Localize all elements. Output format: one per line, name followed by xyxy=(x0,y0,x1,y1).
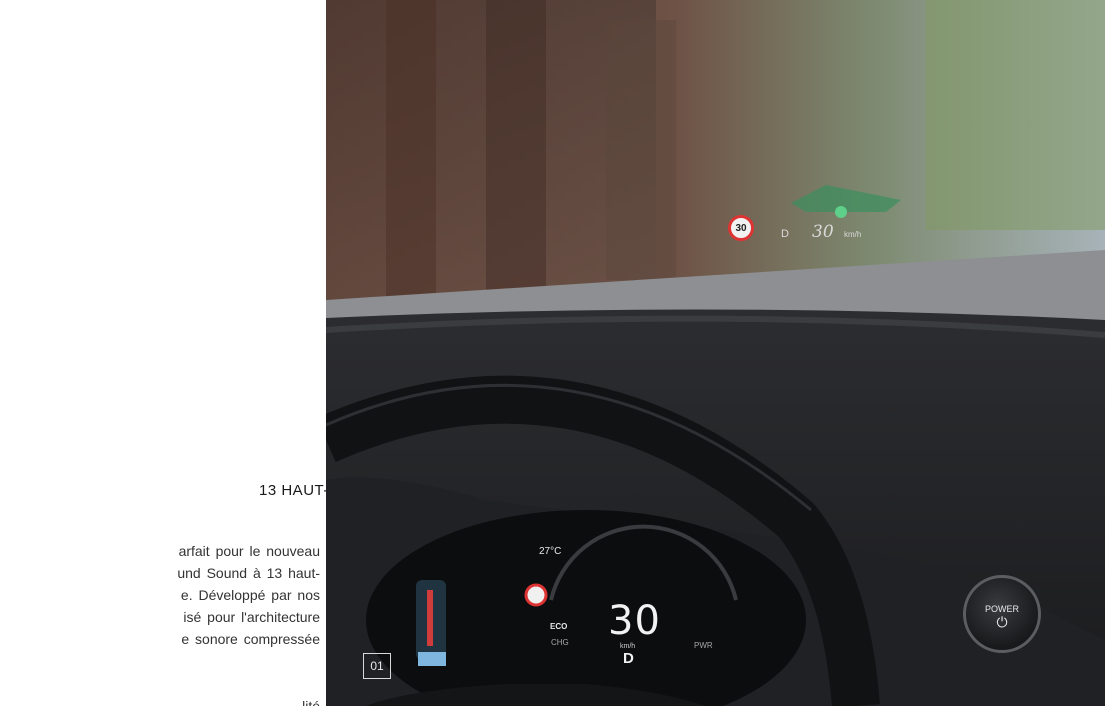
power-icon: ⏻ xyxy=(996,614,1008,630)
body-line: e. Développé par nos xyxy=(180,587,320,603)
cluster-gear: D xyxy=(623,650,634,667)
cluster-mode-chg: CHG xyxy=(551,638,569,647)
power-button: POWER ⏻ xyxy=(963,575,1041,653)
cockpit-photo: 30 D 30 km/h 27°C ECO CHG 30 km/h D PWR … xyxy=(326,0,1105,706)
cluster-temperature: 27°C xyxy=(539,546,562,557)
hud-speed: 30 xyxy=(812,222,834,242)
cluster-unit: km/h xyxy=(620,643,636,650)
cluster-mode-pwr: PWR xyxy=(694,641,713,650)
section-heading: 13 HAUT- xyxy=(259,482,326,499)
power-button-label: POWER xyxy=(984,604,1019,614)
image-index-badge: 01 xyxy=(363,653,391,679)
hud-unit: km/h xyxy=(844,230,862,239)
cluster-speed: 30 xyxy=(608,598,661,644)
body-line: isé pour l'architecture xyxy=(183,609,320,625)
article-text-column: 13 HAUT- arfait pour le nouveau und Soun… xyxy=(0,0,326,706)
body-line: arfait pour le nouveau xyxy=(178,543,320,559)
hud-speed-limit-sign: 30 xyxy=(728,215,754,241)
cluster-mode-eco: ECO xyxy=(550,622,568,631)
body-line: e sonore compressée xyxy=(181,631,320,647)
body-line: und Sound à 13 haut- xyxy=(177,565,320,581)
hud-gear-indicator: D xyxy=(781,228,789,240)
body-line: lité xyxy=(302,698,320,706)
